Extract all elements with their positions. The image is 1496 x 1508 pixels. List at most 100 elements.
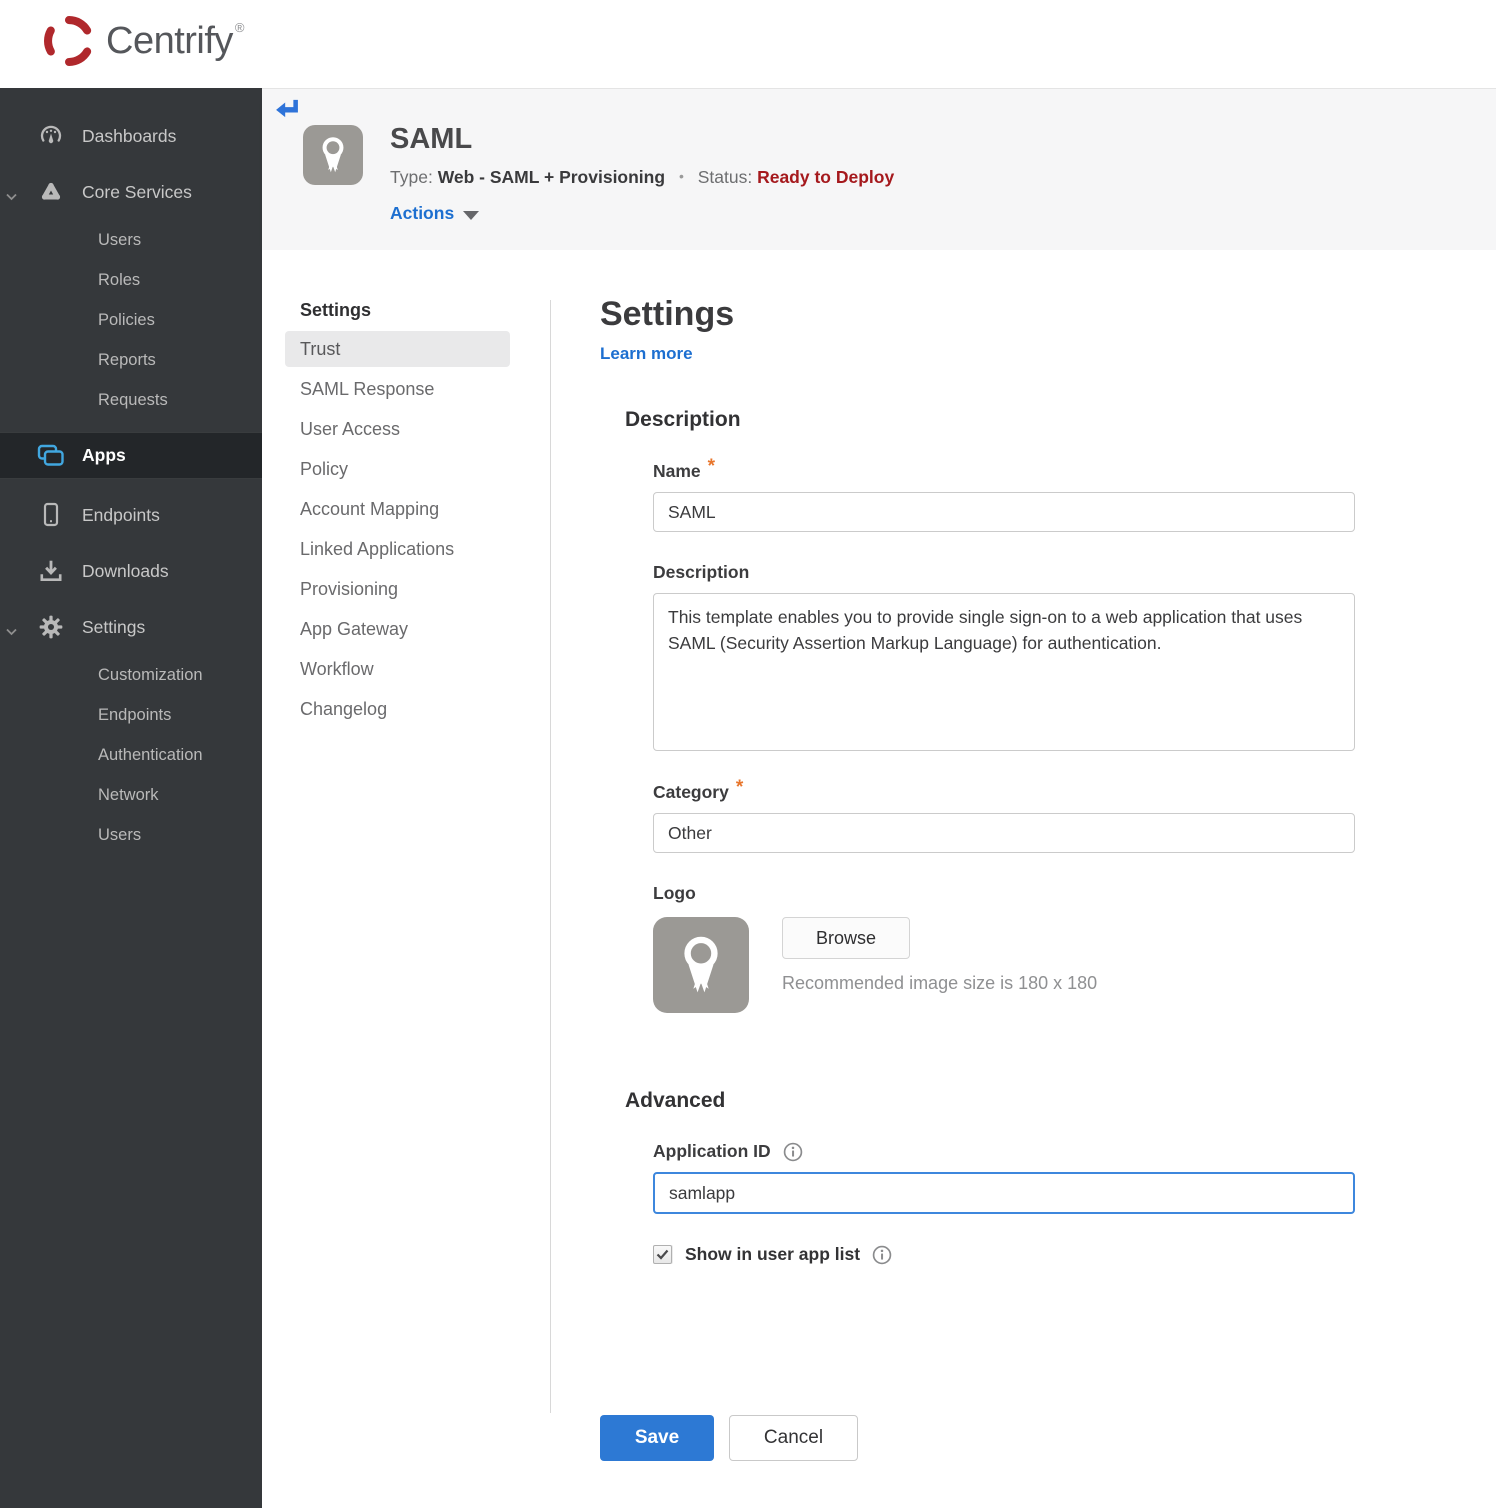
chevron-down-icon <box>6 623 17 641</box>
application-id-label-row: Application ID <box>653 1141 1360 1162</box>
subnav-item-app-gateway[interactable]: App Gateway <box>285 611 510 647</box>
advanced-section-title: Advanced <box>625 1089 726 1112</box>
subnav-item-policy[interactable]: Policy <box>285 451 510 487</box>
name-input[interactable] <box>653 492 1355 532</box>
show-in-user-app-list-checkbox[interactable] <box>653 1245 672 1264</box>
category-label: Category <box>653 781 729 802</box>
subnav-item-linked-applications[interactable]: Linked Applications <box>285 531 510 567</box>
sidebar-item-authentication[interactable]: Authentication <box>0 735 262 775</box>
learn-more-link[interactable]: Learn more <box>600 344 693 364</box>
app-subnav: Settings Trust SAML Response User Access… <box>285 300 533 731</box>
sidebar-item-network[interactable]: Network <box>0 775 262 815</box>
app-title: SAML <box>390 123 473 155</box>
back-icon[interactable] <box>275 98 299 118</box>
type-value: Web - SAML + Provisioning <box>437 167 666 187</box>
application-id-label: Application ID <box>653 1141 771 1161</box>
status-label: Status: <box>697 167 753 187</box>
settings-form: Settings Learn more Description Name * D… <box>600 250 1360 1461</box>
top-header: Centrify ® <box>0 0 1496 88</box>
sidebar-item-label: Settings <box>82 616 146 637</box>
required-asterisk: * <box>707 456 716 477</box>
show-in-app-list-row: Show in user app list <box>653 1244 1360 1265</box>
separator-dot: • <box>678 168 684 184</box>
browse-button[interactable]: Browse <box>782 917 911 959</box>
apps-icon <box>36 444 66 467</box>
subnav-item-trust[interactable]: Trust <box>285 331 510 367</box>
app-meta: Type: Web - SAML + Provisioning • Status… <box>390 167 894 188</box>
show-in-user-app-list-label: Show in user app list <box>685 1244 861 1264</box>
sidebar-item-apps[interactable]: Apps <box>0 432 262 479</box>
status-value: Ready to Deploy <box>757 167 895 187</box>
type-label: Type: <box>390 167 433 187</box>
info-icon[interactable] <box>783 1142 803 1162</box>
sidebar-item-requests[interactable]: Requests <box>0 380 262 420</box>
app-info: SAML Type: Web - SAML + Provisioning • S… <box>390 123 894 224</box>
gear-icon <box>36 614 66 640</box>
app-header: SAML Type: Web - SAML + Provisioning • S… <box>262 88 1496 250</box>
subnav-header: Settings <box>300 300 372 320</box>
ribbon-icon <box>684 936 718 993</box>
sidebar-item-settings-users[interactable]: Users <box>0 815 262 855</box>
sidebar-item-customization[interactable]: Customization <box>0 655 262 695</box>
description-label: Description <box>653 562 750 582</box>
gauge-icon <box>36 124 66 148</box>
logo-label-row: Logo <box>653 883 1360 904</box>
page-title: Settings <box>600 295 735 333</box>
name-label: Name <box>653 460 701 481</box>
description-section-title: Description <box>625 408 741 431</box>
description-textarea[interactable]: This template enables you to provide sin… <box>653 593 1355 751</box>
sidebar-item-users[interactable]: Users <box>0 220 262 260</box>
sidebar-item-roles[interactable]: Roles <box>0 260 262 300</box>
subnav-item-changelog[interactable]: Changelog <box>285 691 510 727</box>
actions-dropdown[interactable]: Actions <box>390 203 894 224</box>
sidebar-item-label: Dashboards <box>82 125 177 146</box>
main-content: Settings Trust SAML Response User Access… <box>262 250 1496 1508</box>
info-icon[interactable] <box>872 1245 892 1265</box>
form-footer: Save Cancel <box>600 1415 1360 1461</box>
category-input[interactable] <box>653 813 1355 853</box>
sidebar-item-dashboards[interactable]: Dashboards <box>0 108 262 164</box>
app-logo-preview <box>653 917 749 1013</box>
logo-label: Logo <box>653 883 696 903</box>
sidebar-item-downloads[interactable]: Downloads <box>0 543 262 599</box>
sidebar-item-policies[interactable]: Policies <box>0 300 262 340</box>
sidebar-item-core-services[interactable]: Core Services <box>0 164 262 220</box>
vertical-divider <box>550 300 551 1413</box>
logo-size-hint: Recommended image size is 180 x 180 <box>782 973 1098 993</box>
sidebar-item-settings-endpoints[interactable]: Endpoints <box>0 695 262 735</box>
sidebar-item-label: Endpoints <box>82 504 160 525</box>
core-services-icon <box>36 180 66 204</box>
subnav-item-user-access[interactable]: User Access <box>285 411 510 447</box>
chevron-down-icon <box>6 188 17 206</box>
subnav-item-account-mapping[interactable]: Account Mapping <box>285 491 510 527</box>
description-label-row: Description <box>653 562 1360 583</box>
save-button[interactable]: Save <box>600 1415 714 1461</box>
registered-mark: ® <box>234 19 245 35</box>
centrify-logo-icon <box>44 16 92 67</box>
app-logo <box>303 125 363 185</box>
sidebar-item-label: Downloads <box>82 560 169 581</box>
actions-label: Actions <box>390 203 455 223</box>
subnav-item-saml-response[interactable]: SAML Response <box>285 371 510 407</box>
logo-row: Browse Recommended image size is 180 x 1… <box>653 917 1360 1013</box>
name-label-row: Name * <box>653 456 1360 482</box>
cancel-button[interactable]: Cancel <box>729 1415 858 1461</box>
category-label-row: Category * <box>653 777 1360 803</box>
sidebar-item-settings[interactable]: Settings <box>0 599 262 655</box>
sidebar-item-reports[interactable]: Reports <box>0 340 262 380</box>
sidebar-item-label: Apps <box>82 445 126 465</box>
brand-name: Centrify <box>106 19 233 62</box>
centrify-logo: Centrify ® <box>40 12 245 70</box>
subnav-item-provisioning[interactable]: Provisioning <box>285 571 510 607</box>
chevron-down-icon <box>463 211 480 220</box>
application-id-input[interactable] <box>653 1172 1355 1214</box>
sidebar-item-label: Core Services <box>82 181 192 202</box>
checkmark-icon <box>656 1249 669 1260</box>
mobile-device-icon <box>36 502 66 528</box>
subnav-item-workflow[interactable]: Workflow <box>285 651 510 687</box>
ribbon-icon <box>322 137 344 173</box>
logo-controls: Browse Recommended image size is 180 x 1… <box>782 917 1097 994</box>
sidebar-item-endpoints[interactable]: Endpoints <box>0 487 262 543</box>
required-asterisk: * <box>735 777 744 798</box>
download-icon <box>36 558 66 584</box>
